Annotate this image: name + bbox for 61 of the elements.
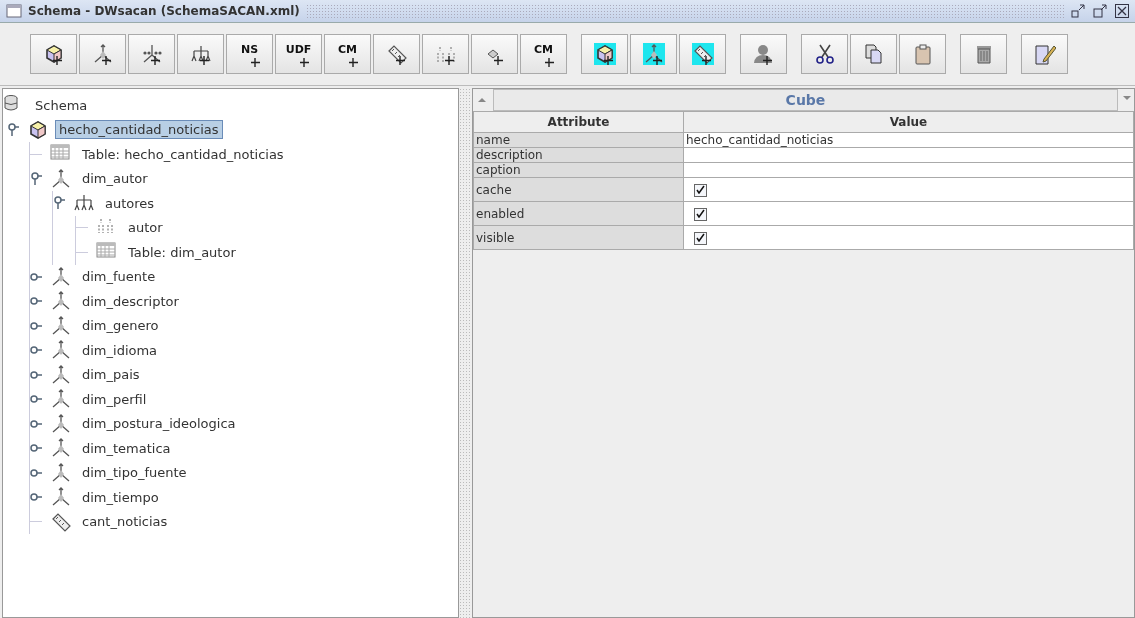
expanded-handle-icon[interactable] [53, 196, 65, 211]
tree-item[interactable]: dim_tipo_fuente [78, 463, 191, 483]
expanded-handle-icon[interactable] [30, 171, 42, 186]
tree-item[interactable]: Schema [31, 95, 92, 115]
checkbox[interactable] [694, 231, 707, 245]
window-title: Schema - DWsacan (SchemaSACAN.xml) [28, 4, 300, 18]
cut-icon [813, 43, 836, 65]
copy-icon [862, 43, 885, 65]
tree-item[interactable]: dim_genero [78, 316, 163, 336]
table-cell: visible [473, 225, 684, 250]
axes-icon [50, 461, 72, 484]
toolbar-button[interactable] [79, 34, 126, 74]
tree-item[interactable]: dim_idioma [78, 340, 162, 360]
toolbar-button[interactable] [630, 34, 677, 74]
tree-item[interactable]: dim_tematica [78, 438, 175, 458]
toolbar-button[interactable] [128, 34, 175, 74]
tree-item[interactable]: dim_autor [78, 169, 152, 189]
panel-title: Cube [493, 89, 1118, 111]
restore-icon[interactable] [1093, 4, 1107, 18]
window-icon [6, 4, 22, 18]
tree-item[interactable]: dim_fuente [78, 267, 160, 287]
add-button[interactable]: CM [324, 34, 371, 74]
column-header: Value [683, 111, 1134, 133]
add-button[interactable]: CM [520, 34, 567, 74]
add-button[interactable]: UDF [275, 34, 322, 74]
tree-item[interactable]: Table: hecho_cantidad_noticias [78, 144, 288, 164]
tree-item[interactable]: cant_noticias [78, 512, 172, 532]
person-add-icon [752, 43, 775, 65]
toolbar-button[interactable] [679, 34, 726, 74]
table-cell: enabled [473, 201, 684, 226]
tree-item[interactable]: dim_pais [78, 365, 144, 385]
tree-item[interactable]: dim_perfil [78, 389, 151, 409]
toolbar-button[interactable] [373, 34, 420, 74]
tree-item[interactable]: dim_tiempo [78, 487, 163, 507]
toolbar-button[interactable] [581, 34, 628, 74]
tree-item[interactable]: autor [124, 218, 167, 238]
axes-icon [50, 167, 72, 190]
axes-icon [50, 363, 72, 386]
tree-item[interactable]: dim_descriptor [78, 291, 183, 311]
toolbar-button[interactable] [177, 34, 224, 74]
tree-item[interactable]: hecho_cantidad_noticias [55, 120, 223, 140]
edit-icon [1033, 43, 1056, 65]
hierarchy-add-icon [189, 43, 212, 65]
close-icon[interactable] [1115, 4, 1129, 18]
checkbox[interactable] [694, 207, 707, 221]
expanded-handle-icon[interactable] [7, 122, 19, 137]
axes-icon [50, 265, 72, 288]
table-cell: cache [473, 177, 684, 202]
restore-icon[interactable] [1071, 4, 1085, 18]
tree-item[interactable]: Table: dim_autor [124, 242, 240, 262]
tree-item[interactable]: dim_postura_ideologica [78, 414, 240, 434]
column-header: Attribute [473, 111, 684, 133]
tree-item[interactable]: autores [101, 193, 159, 213]
toolbar-button[interactable] [30, 34, 77, 74]
axes-icon [50, 412, 72, 435]
toolbar-button[interactable] [801, 34, 848, 74]
cube-icon [27, 118, 49, 141]
splitter-handle[interactable] [459, 88, 472, 618]
checkbox[interactable] [694, 183, 707, 197]
add-button[interactable]: NS [226, 34, 273, 74]
axes-icon [50, 314, 72, 337]
